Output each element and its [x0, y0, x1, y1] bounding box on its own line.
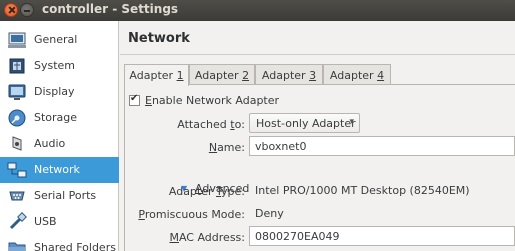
tab-adapter-3[interactable]: Adapter 3	[255, 64, 323, 85]
tab-shortcut: 3	[309, 69, 317, 82]
adapter-type-label: Adapter Type:	[169, 185, 245, 198]
serial-port-icon	[9, 191, 25, 201]
tab-adapter-1[interactable]: Adapter 1	[124, 64, 189, 86]
sidebar-item-display[interactable]: Display	[0, 79, 119, 105]
display-monitor-icon	[8, 84, 26, 100]
network-icon	[7, 162, 27, 178]
sidebar-item-system[interactable]: System	[0, 53, 119, 79]
promiscuous-mode-label: Promiscuous Mode:	[138, 208, 245, 221]
tab-shortcut: 4	[377, 69, 385, 82]
window-title: controller - Settings	[42, 2, 179, 16]
audio-speaker-icon	[12, 136, 22, 151]
sidebar-item-label: Audio	[34, 137, 66, 150]
general-icon	[8, 32, 26, 48]
label-text: romiscuous Mode:	[144, 208, 245, 221]
field-value: vboxnet0	[255, 140, 307, 153]
adapter-name-field[interactable]: vboxnet0	[249, 136, 515, 156]
chevron-down-icon: ▾	[349, 117, 354, 127]
sidebar-item-storage[interactable]: Storage	[0, 105, 119, 131]
sidebar-item-usb[interactable]: USB	[0, 209, 119, 235]
tab-adapter-4[interactable]: Adapter 4	[323, 64, 391, 85]
settings-sidebar: General System Display Storage Audio Net…	[0, 21, 119, 251]
tab-adapter-2[interactable]: Adapter 2	[189, 64, 255, 85]
enable-network-adapter-label[interactable]: Enable Network Adapter	[145, 94, 279, 107]
system-chip-icon	[9, 58, 25, 74]
window-titlebar[interactable]: controller - Settings	[0, 0, 515, 21]
adapter-type-dropdown[interactable]: Intel PRO/1000 MT Desktop (82540EM)	[249, 180, 515, 200]
sidebar-item-label: System	[34, 59, 76, 72]
label-text: AC Address:	[178, 231, 245, 244]
sidebar-item-label: Display	[34, 85, 75, 98]
tab-shortcut: 2	[242, 69, 250, 82]
shortcut-letter: M	[169, 231, 179, 244]
tab-shortcut: 1	[176, 69, 184, 82]
label-text: Attached	[177, 118, 231, 131]
sidebar-item-label: Serial Ports	[34, 189, 97, 202]
tab-label: Adapter	[194, 69, 243, 82]
shortcut-letter: N	[208, 141, 218, 154]
sidebar-item-network[interactable]: Network	[0, 157, 119, 183]
dropdown-value: Host-only Adapter	[256, 117, 356, 130]
label-text: o:	[234, 118, 245, 131]
label-text: ype:	[221, 185, 245, 198]
settings-main-panel: Network Adapter 1 Adapter 2 Adapter 3 Ad…	[120, 21, 515, 251]
dropdown-value: Deny	[255, 207, 284, 220]
attached-to-dropdown[interactable]: Host-only Adapter ▾	[249, 113, 360, 133]
sidebar-item-label: Network	[34, 163, 80, 176]
sidebar-item-label: Shared Folders	[34, 241, 116, 251]
sidebar-item-label: USB	[34, 215, 57, 228]
label-text: nable Network Adapter	[151, 94, 280, 107]
usb-icon	[9, 212, 27, 230]
attached-to-label: Attached to:	[177, 118, 245, 131]
tab-label: Adapter	[261, 69, 310, 82]
page-header: Network	[120, 21, 515, 55]
sidebar-item-shared-folders[interactable]: Shared Folders	[0, 235, 119, 251]
sidebar-item-audio[interactable]: Audio	[0, 131, 119, 157]
sidebar-item-label: General	[34, 33, 78, 46]
sidebar-item-serial-ports[interactable]: Serial Ports	[0, 183, 119, 209]
sidebar-item-label: Storage	[34, 111, 78, 124]
shortcut-letter: E	[145, 94, 152, 107]
tab-label: Adapter	[329, 69, 378, 82]
promiscuous-mode-dropdown[interactable]: Deny	[249, 203, 515, 223]
tab-label: Adapter	[129, 69, 177, 82]
minimize-window-button[interactable]	[20, 3, 34, 17]
name-label: Name:	[209, 141, 245, 154]
page-title: Network	[128, 31, 190, 46]
sidebar-item-general[interactable]: General	[0, 27, 119, 53]
enable-network-adapter-checkbox[interactable]	[129, 93, 140, 106]
dropdown-value: Intel PRO/1000 MT Desktop (82540EM)	[255, 184, 470, 197]
shared-folder-icon	[8, 242, 26, 251]
field-value: 0800270EA049	[255, 230, 340, 243]
mac-address-field[interactable]: 0800270EA049	[249, 226, 515, 246]
storage-disk-icon	[8, 109, 26, 127]
label-text: Adapter	[168, 185, 217, 198]
close-window-button[interactable]	[4, 3, 18, 17]
label-text: ame:	[217, 141, 245, 154]
mac-address-label: MAC Address:	[169, 231, 245, 244]
